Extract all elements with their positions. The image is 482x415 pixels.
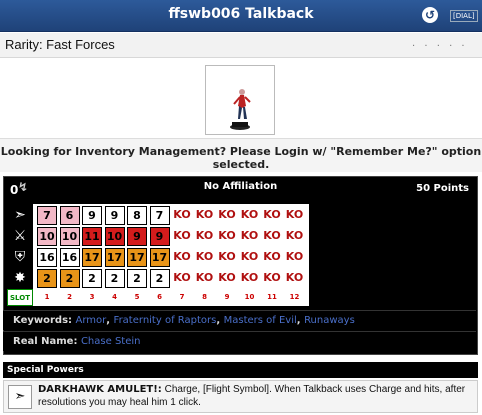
- dial-cell: KO: [218, 229, 236, 242]
- dial-cell: 2: [37, 269, 57, 288]
- slot-number: 12: [289, 293, 300, 301]
- dial-cell: KO: [285, 271, 304, 284]
- slot-number: 6: [157, 293, 162, 301]
- dial-cell: 17: [127, 248, 147, 267]
- dial-cell: 9: [149, 227, 170, 246]
- dial-cell: 2: [82, 269, 102, 288]
- slot-number: 7: [179, 293, 185, 301]
- slot-number: 3: [89, 293, 95, 301]
- dial-cell: KO: [173, 250, 191, 263]
- dial-header: 0 ↯ No Affiliation 50 Points: [4, 177, 477, 199]
- real-name-label: Real Name:: [13, 336, 78, 347]
- dial-cell: 7: [37, 206, 57, 225]
- dial-cell: KO: [173, 229, 191, 242]
- speed-icon: ➣: [14, 207, 26, 223]
- dial-cell: KO: [195, 208, 214, 221]
- defense-icon: ⛨: [14, 249, 26, 265]
- dial-cell: 17: [104, 248, 125, 267]
- dial-cell: KO: [263, 229, 281, 242]
- dial-cell: KO: [240, 271, 259, 284]
- special-powers-header: Special Powers: [3, 362, 478, 378]
- dial-cell: 11: [82, 227, 102, 246]
- dial-cell: KO: [218, 208, 236, 221]
- dial-cell: KO: [218, 250, 236, 263]
- dial-cell: KO: [240, 208, 259, 221]
- dial-cell: KO: [195, 250, 214, 263]
- dial-cell: KO: [285, 229, 304, 242]
- figure-image: [205, 65, 275, 135]
- real-name-row: Real Name: Chase Stein: [3, 331, 476, 351]
- dial-cell: 2: [104, 269, 125, 288]
- slot-number: 5: [134, 293, 140, 301]
- dial-cell: 16: [59, 248, 80, 267]
- dial-cell: 17: [149, 248, 170, 267]
- page-title: ffswb006 Talkback: [168, 6, 314, 22]
- dial-cell: 2: [59, 269, 80, 288]
- dial-cell: KO: [263, 208, 281, 221]
- rarity-label: Rarity: Fast Forces: [5, 37, 115, 52]
- dial-cell: KO: [173, 208, 191, 221]
- keyword-link[interactable]: Armor: [76, 315, 107, 326]
- dial-cell: KO: [285, 208, 304, 221]
- dial-cell: 9: [104, 206, 125, 225]
- rating-dots[interactable]: . . . . .: [412, 38, 468, 49]
- dial-cell: 2: [149, 269, 170, 288]
- speed-icon: ➣: [8, 385, 32, 409]
- dial-cell: KO: [285, 250, 304, 263]
- dial-cell: 2: [127, 269, 147, 288]
- affiliation: No Affiliation: [203, 181, 278, 192]
- special-power-title: DARKHAWK AMULET!:: [38, 384, 162, 395]
- dial-button[interactable]: [DIAL]: [450, 10, 478, 22]
- back-icon[interactable]: ↺: [422, 7, 438, 23]
- slot-number: 4: [112, 293, 117, 301]
- login-notice: Looking for Inventory Management? Please…: [0, 138, 482, 172]
- figure-icon: [230, 89, 251, 130]
- dial-cell: KO: [240, 250, 259, 263]
- slot-number: 11: [267, 293, 277, 301]
- dial-cell: 9: [82, 206, 102, 225]
- dial-cell: 6: [59, 206, 80, 225]
- dial-cell: KO: [263, 271, 281, 284]
- keywords-label: Keywords:: [13, 315, 73, 326]
- dial-cell: KO: [173, 271, 191, 284]
- dial-cell: 16: [37, 248, 57, 267]
- dial-cell: 10: [104, 227, 125, 246]
- attack-icon: ⚔: [13, 228, 27, 244]
- point-value: 50 Points: [416, 183, 469, 194]
- slot-number: 10: [244, 293, 255, 301]
- keyword-link[interactable]: Masters of Evil: [224, 315, 297, 326]
- real-name-link[interactable]: Chase Stein: [81, 336, 141, 347]
- dial-cell: 10: [37, 227, 57, 246]
- special-power-text: DARKHAWK AMULET!: Charge, [Flight Symbol…: [38, 383, 473, 409]
- dial-cell: 7: [149, 206, 170, 225]
- dial-cell: 10: [59, 227, 80, 246]
- dial-cell: 17: [82, 248, 102, 267]
- dial-cell: 8: [127, 206, 147, 225]
- keyword-link[interactable]: Fraternity of Raptors: [114, 315, 217, 326]
- keywords-row: Keywords: Armor, Fraternity of Raptors, …: [3, 310, 476, 330]
- title-bar: ffswb006 Talkback ↺ [DIAL]: [0, 0, 482, 32]
- slot-label: SLOT: [7, 289, 33, 306]
- dial-cell: KO: [218, 271, 236, 284]
- slot-number: 2: [67, 293, 72, 301]
- dial-grid: ➣ ⚔ ⛨ ✸ 7 6 9 9 8 7 KO KO KO KO KO KO 10 10 11 10 9 9 KO KO…: [7, 204, 309, 306]
- slot-number: 1: [44, 293, 50, 301]
- rarity-bar: Rarity: Fast Forces . . . . .: [0, 33, 482, 58]
- dial-cell: 9: [127, 227, 147, 246]
- keyword-link[interactable]: Runaways: [304, 315, 355, 326]
- damage-icon: ✸: [14, 270, 26, 286]
- dial-cell: KO: [263, 250, 281, 263]
- special-power: ➣ DARKHAWK AMULET!: Charge, [Flight Symb…: [3, 380, 478, 413]
- dial-cell: KO: [195, 271, 214, 284]
- dial-cell: KO: [195, 229, 214, 242]
- slot-number: 8: [202, 293, 207, 301]
- slot-number: 9: [224, 293, 230, 301]
- dial-cell: KO: [240, 229, 259, 242]
